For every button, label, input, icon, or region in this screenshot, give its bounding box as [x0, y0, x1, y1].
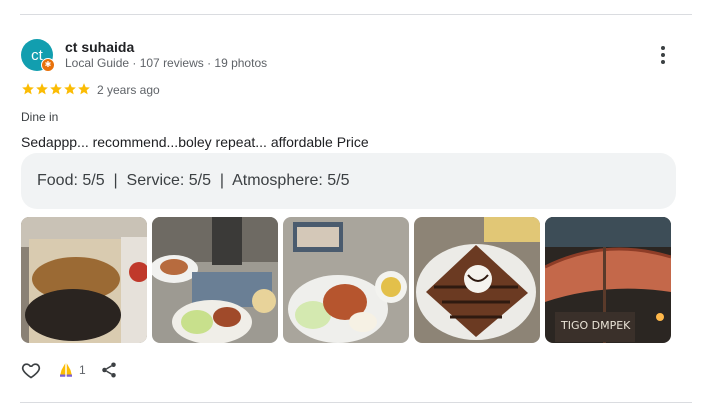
star-rating: [21, 82, 91, 96]
photo-strip: TIGO DMPEK: [21, 217, 671, 343]
share-icon[interactable]: [100, 361, 118, 379]
review-photo[interactable]: [283, 217, 409, 343]
review-text: Sedappp... recommend...boley repeat... a…: [21, 134, 369, 150]
photo-food-rice-icon: [21, 217, 147, 343]
review-photo[interactable]: [414, 217, 540, 343]
star-icon: [36, 83, 48, 95]
star-icon: [78, 83, 90, 95]
review-time: 2 years ago: [97, 83, 160, 97]
thank-you-hands-icon: [60, 363, 72, 377]
photo-dessert-icon: [414, 217, 540, 343]
reaction-count: 1: [79, 363, 86, 377]
review-photo[interactable]: TIGO DMPEK: [545, 217, 671, 343]
local-guide-badge-icon: ✱: [41, 58, 55, 72]
review-photo[interactable]: [21, 217, 147, 343]
review-actions: 1: [21, 360, 118, 380]
dining-mode: Dine in: [21, 110, 59, 124]
photo-night-signboard-icon: TIGO DMPEK: [545, 217, 671, 343]
reaction-button[interactable]: 1: [57, 361, 86, 379]
sub-ratings-text: Food: 5/5 | Service: 5/5 | Atmosphere: 5…: [37, 172, 350, 189]
svg-text:TIGO DMPEK: TIGO DMPEK: [560, 319, 631, 332]
top-divider: [20, 14, 692, 15]
more-options-icon[interactable]: [652, 44, 674, 66]
star-icon: [22, 83, 34, 95]
review-photo[interactable]: [152, 217, 278, 343]
reviewer-meta: Local Guide · 107 reviews · 19 photos: [65, 56, 268, 70]
star-icon: [50, 83, 62, 95]
reviewer-name[interactable]: ct suhaida: [65, 39, 134, 55]
star-icon: [64, 83, 76, 95]
photo-food-table-icon: [152, 217, 278, 343]
bottom-divider: [20, 402, 692, 403]
photo-food-plate-icon: [283, 217, 409, 343]
sub-ratings-box: Food: 5/5 | Service: 5/5 | Atmosphere: 5…: [21, 153, 676, 209]
heart-icon[interactable]: [21, 360, 41, 380]
